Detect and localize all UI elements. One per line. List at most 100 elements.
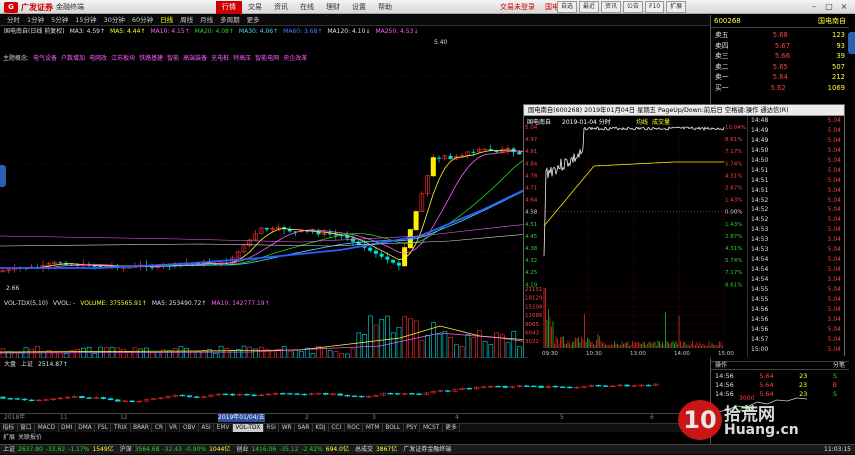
popup-tick-price: 5.04 <box>827 335 841 343</box>
candle-body <box>391 259 396 263</box>
indicator-tab-15[interactable]: WR <box>279 424 296 432</box>
menu-1[interactable]: 交易 <box>242 1 268 14</box>
toolbar-btn-4[interactable]: F10 <box>645 1 665 13</box>
popup-tick-price: 5.04 <box>827 315 841 323</box>
period-1[interactable]: 1分钟 <box>24 15 47 25</box>
menu-6[interactable]: 帮助 <box>372 1 398 14</box>
period-3[interactable]: 15分钟 <box>72 15 99 25</box>
vol-indicator-name[interactable]: VOL-TDX(5,10) <box>4 299 48 308</box>
indicator-tab-12[interactable]: EMV <box>214 424 233 432</box>
menu-3[interactable]: 在线 <box>294 1 320 14</box>
indicator-tab-23[interactable]: MCST <box>420 424 443 432</box>
popup-pct-label: 2.87% <box>725 186 742 192</box>
period-0[interactable]: 分时 <box>4 15 23 25</box>
toolbar-btn-2[interactable]: 资讯 <box>601 1 622 13</box>
period-7[interactable]: 周线 <box>177 15 196 25</box>
popup-tick-row: 14:48 5.04 <box>748 116 844 126</box>
indicator-tab-18[interactable]: CCI <box>329 424 345 432</box>
index-candle-body <box>337 393 343 396</box>
volume-bar <box>201 350 207 358</box>
book-row[interactable]: 卖三 5.66 39 <box>711 51 849 62</box>
popup-price-label: 5.04 <box>525 125 538 131</box>
popup-tick-price: 5.04 <box>827 117 841 124</box>
period-10[interactable]: 更多 <box>244 15 263 25</box>
indicator-tab-0[interactable]: 指标 <box>0 424 18 432</box>
index-candle-body <box>186 395 193 398</box>
index-candle-body <box>502 386 508 388</box>
book-row[interactable]: 卖二 5.65 507 <box>711 62 849 73</box>
indicator-tab-21[interactable]: BOLL <box>383 424 404 432</box>
book-row[interactable]: 卖五 5.68 123 <box>711 30 849 41</box>
status-group-1[interactable]: 沪深 3564.68 -32.43 -0.90% 1044亿 <box>120 445 231 454</box>
right-collapse-handle[interactable] <box>848 32 855 54</box>
toolbar-btn-3[interactable]: 公告 <box>623 1 644 13</box>
close-icon[interactable]: × <box>838 1 850 12</box>
indicator-tab-6[interactable]: TRIX <box>111 424 131 432</box>
menu-4[interactable]: 理财 <box>320 1 346 14</box>
volume-chart[interactable] <box>0 308 528 358</box>
sub-tab-1[interactable]: 关联报价 <box>18 433 42 443</box>
toolbar-btn-5[interactable]: 扩展 <box>666 1 687 13</box>
period-6[interactable]: 日线 <box>157 15 176 25</box>
candle-body <box>396 262 401 266</box>
indicator-tab-22[interactable]: PSY <box>404 424 421 432</box>
index-chart[interactable] <box>0 369 710 413</box>
book-row[interactable]: 卖一 5.64 212 <box>711 72 849 83</box>
indicator-tab-17[interactable]: KDJ <box>313 424 329 432</box>
intraday-popup[interactable]: 国电南自(600268) 2019年01月04日 星期五 PageUp/Down… <box>523 104 845 357</box>
indicator-tab-1[interactable]: 窗口 <box>18 424 36 432</box>
trade-status[interactable]: 交易未登录 <box>500 2 535 12</box>
indicator-tab-24[interactable]: 更多 <box>443 424 461 432</box>
toolbar-btn-0[interactable]: 自选 <box>557 1 578 13</box>
candlestick-chart[interactable]: 5.40 2.66 <box>0 36 528 296</box>
indicator-tab-4[interactable]: DMA <box>76 424 96 432</box>
stock-period-label[interactable]: 国电南自(日线 前复权) <box>4 27 65 36</box>
indicator-tab-9[interactable]: VR <box>166 424 181 432</box>
sub-tab-0[interactable]: 扩展 <box>3 433 15 443</box>
popup-title[interactable]: 国电南自(600268) 2019年01月04日 星期五 PageUp/Down… <box>524 105 844 116</box>
index-candle-body <box>28 399 35 402</box>
toolbar-btn-1[interactable]: 最近 <box>579 1 600 13</box>
period-9[interactable]: 多周期 <box>217 15 243 25</box>
indicator-tab-16[interactable]: SAR <box>295 424 313 432</box>
status-group-0[interactable]: 上证 2637.80 -33.62 -1.17% 1549亿 <box>3 445 114 454</box>
period-2[interactable]: 5分钟 <box>48 15 71 25</box>
indicator-tab-11[interactable]: ASI <box>199 424 215 432</box>
indicator-tab-19[interactable]: ROC <box>345 424 364 432</box>
indicator-tab-20[interactable]: MTM <box>363 424 383 432</box>
indicator-tab-8[interactable]: CR <box>152 424 167 432</box>
date-label-0: 2018年 <box>4 414 26 421</box>
volume-bar <box>373 324 379 358</box>
indicator-tab-7[interactable]: BRAR <box>131 424 153 432</box>
indicator-tab-10[interactable]: OBV <box>180 424 199 432</box>
ticks-label[interactable]: 分笔 <box>833 362 845 369</box>
indicator-tab-5[interactable]: FSL <box>95 424 112 432</box>
book-row[interactable]: 卖四 5.67 93 <box>711 41 849 52</box>
indicator-tab-13[interactable]: VOL-TDX <box>232 424 264 432</box>
index-panel-name[interactable]: 大盘 <box>4 360 16 369</box>
maximize-icon[interactable]: □ <box>823 1 835 12</box>
popup-time-label: 10:30 <box>586 351 602 357</box>
popup-tick-row: 14:52 5.04 <box>748 196 844 206</box>
volume-bar <box>471 337 476 358</box>
indicator-tab-14[interactable]: RSI <box>264 424 280 432</box>
book-row[interactable]: 买一 5.62 1069 <box>711 83 849 94</box>
indicator-tab-2[interactable]: MACD <box>35 424 59 432</box>
volume-bar <box>454 344 459 358</box>
status-group-2[interactable]: 创业 1416.06 -35.12 -2.42% 694.0亿 <box>236 445 349 454</box>
ops-label[interactable]: 操作 <box>715 362 727 369</box>
period-8[interactable]: 月线 <box>197 15 216 25</box>
period-5[interactable]: 60分钟 <box>129 15 156 25</box>
volume-bar <box>396 326 402 358</box>
intraday-chart[interactable]: 国电南自 2019-01-04 分时 均线 成交量5.04 10.04%4.97 8.61… <box>524 116 747 357</box>
status-group-3[interactable]: 总成交 3867亿 <box>355 445 397 454</box>
menu-5[interactable]: 设置 <box>346 1 372 14</box>
date-label-8: 6 <box>650 414 654 421</box>
menu-0[interactable]: 行情 <box>216 1 242 14</box>
volume-bar <box>368 315 373 358</box>
period-4[interactable]: 30分钟 <box>101 15 128 25</box>
minimize-icon[interactable]: – <box>808 1 820 12</box>
menu-2[interactable]: 资讯 <box>268 1 294 14</box>
indicator-tab-3[interactable]: DMI <box>59 424 76 432</box>
left-collapse-handle[interactable] <box>0 165 6 187</box>
